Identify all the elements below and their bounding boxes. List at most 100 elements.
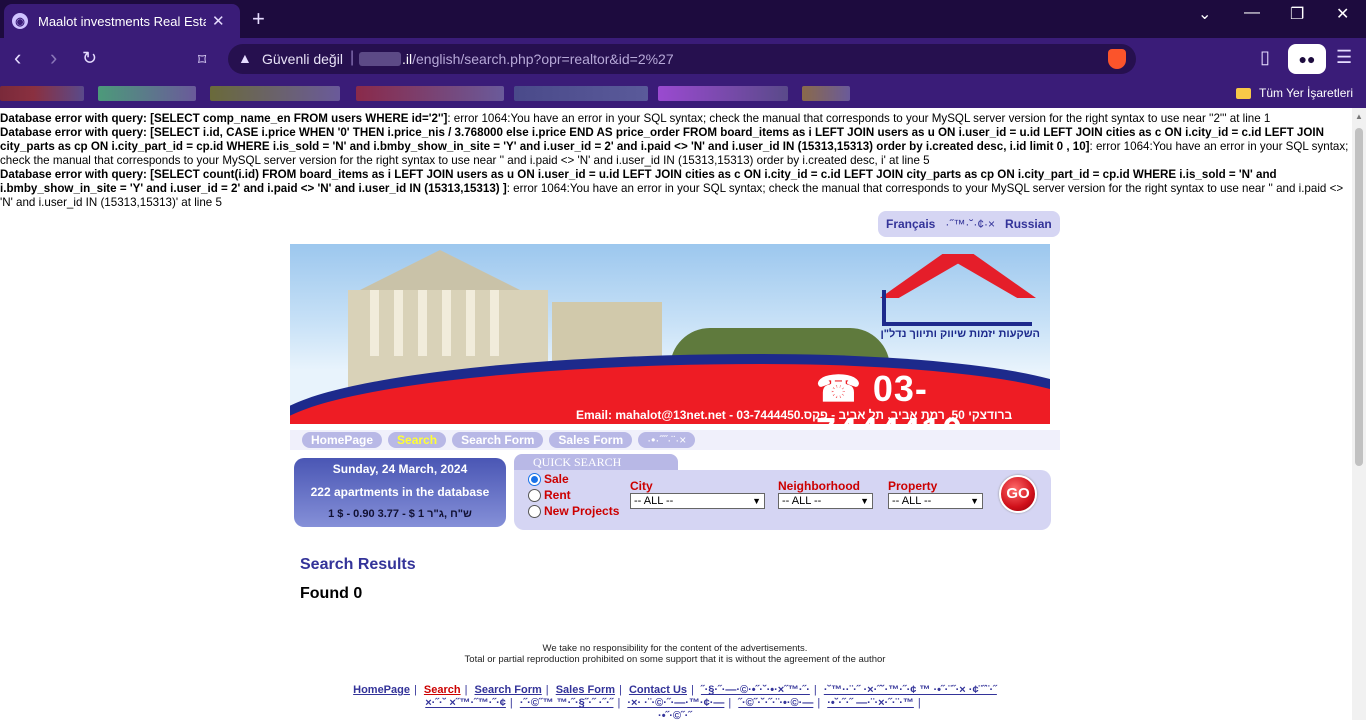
bookmark-item[interactable] xyxy=(0,86,84,101)
bookmark-item[interactable] xyxy=(802,86,850,101)
city-select[interactable]: -- ALL -- ▼ xyxy=(630,493,765,509)
quick-search-form: Sale Rent New Projects City -- ALL -- ▼ … xyxy=(514,470,1051,530)
reload-button[interactable]: ↻ xyxy=(82,46,97,70)
footer-search-form[interactable]: Search Form xyxy=(475,684,542,696)
bookmark-icon[interactable]: ⌑ xyxy=(198,49,206,73)
forward-button[interactable]: › xyxy=(50,46,57,70)
site-banner: השקעות יזמות שיווק ותיווך נדל"ן ☎ 03-744… xyxy=(290,244,1050,424)
search-results-title: Search Results xyxy=(300,556,416,573)
go-button[interactable]: GO xyxy=(999,475,1037,513)
menu-icon[interactable]: ☰ xyxy=(1336,47,1352,68)
found-count: Found 0 xyxy=(300,585,363,602)
footer-line-2: ×·˝·˘ ×˝™·˝™·˝·¢ | ·˝·©˝™ ™·˝·§˝·˝ ·˝·˝ | … xyxy=(425,697,921,709)
logo-mark xyxy=(882,290,1032,326)
error-line: Database error with query: [SELECT i.id,… xyxy=(0,126,1350,168)
lang-hebrew[interactable]: ·˝™·˘·¢·× xyxy=(945,217,995,231)
maximize-button[interactable]: ❐ xyxy=(1290,4,1304,24)
property-select[interactable]: -- ALL -- ▼ xyxy=(888,493,983,509)
lang-russian[interactable]: Russian xyxy=(1005,217,1052,231)
footer-line-1: HomePage | Search | Search Form | Sales For… xyxy=(353,684,997,696)
footer-contact-us[interactable]: Contact Us xyxy=(629,684,687,696)
radio-button[interactable] xyxy=(528,504,541,518)
bookmark-item[interactable] xyxy=(210,86,340,101)
url-separator: | xyxy=(350,49,355,66)
folder-icon xyxy=(1236,87,1251,99)
villa-column xyxy=(490,290,499,356)
security-label[interactable]: Güvenli değil xyxy=(262,51,343,67)
address-bar[interactable]: ▲ Güvenli değil | .il/english/search.php… xyxy=(228,44,1136,74)
footer-garbled-link[interactable]: ×·˝·˘ ×˝™·˝™·˝·¢ xyxy=(425,697,506,709)
error-line: Database error with query: [SELECT comp_… xyxy=(0,112,1350,126)
footer-garbled-link[interactable]: ˝·§·˝·—·©·•˝·˘·•·×˝™·˝· xyxy=(701,684,810,696)
footer-homepage[interactable]: HomePage xyxy=(353,684,410,696)
footer-sales-form[interactable]: Sales Form xyxy=(556,684,615,696)
radio-rent[interactable]: Rent xyxy=(528,488,571,502)
url-path: /english/search.php?opr=realtor&id=2%27 xyxy=(412,51,674,67)
property-label: Property xyxy=(888,479,938,493)
menu-homepage[interactable]: HomePage xyxy=(302,432,383,448)
city-value: -- ALL -- xyxy=(634,495,674,507)
radio-new-projects[interactable]: New Projects xyxy=(528,504,619,518)
language-switcher: Français ·˝™·˘·¢·× Russian xyxy=(878,211,1060,237)
new-tab-button[interactable]: + xyxy=(252,6,265,32)
reader-glasses-icon[interactable]: ●● xyxy=(1288,44,1326,74)
scroll-up-arrow[interactable]: ▲ xyxy=(1355,112,1363,121)
footer-garbled-link[interactable]: ·•˝·©˝·˝ xyxy=(658,710,692,720)
url-text[interactable]: .il/english/search.php?opr=realtor&id=2%… xyxy=(402,51,674,67)
city-label: City xyxy=(630,479,653,493)
error-line: Database error with query: [SELECT count… xyxy=(0,168,1350,210)
page-scrollbar[interactable]: ▲ xyxy=(1352,108,1366,720)
browser-tab[interactable]: ◉ Maalot investments Real Estate I ✕ xyxy=(4,4,240,38)
redacted-domain xyxy=(359,52,401,66)
villa-column xyxy=(394,290,403,356)
property-value: -- ALL -- xyxy=(892,495,932,507)
radio-label: Sale xyxy=(544,472,569,486)
menu-search-form[interactable]: Search Form xyxy=(452,432,544,448)
villa-roof xyxy=(360,250,520,290)
bookmark-item[interactable] xyxy=(658,86,788,101)
bookmark-item[interactable] xyxy=(356,86,504,101)
footer-garbled-link[interactable]: ·˝·©˝™ ™·˝·§˝·˝ ·˝·˝ xyxy=(520,697,614,709)
footer-garbled-link[interactable]: ·˘™··¨·˝ ·×·˝˘·™·˝·¢ ™ ·•˝·¨˝·× ·¢¨˝¨·˝ xyxy=(824,684,997,696)
radio-label: Rent xyxy=(544,488,571,502)
close-window-button[interactable]: ✕ xyxy=(1336,4,1349,24)
villa-column xyxy=(418,290,427,356)
menu-garbled[interactable]: ·•·˝˝·¨·× xyxy=(638,432,696,448)
chevron-down-icon: ▼ xyxy=(752,496,761,506)
radio-button[interactable] xyxy=(528,472,541,486)
bookmark-item[interactable] xyxy=(98,86,196,101)
menu-sales-form[interactable]: Sales Form xyxy=(549,432,633,448)
footer-search[interactable]: Search xyxy=(424,684,461,696)
villa-column xyxy=(442,290,451,356)
disclaimer: We take no responsibility for the conten… xyxy=(290,643,1060,665)
current-date: Sunday, 24 March, 2024 xyxy=(332,462,468,476)
main-menu: HomePage Search Search Form Sales Form ·… xyxy=(290,430,1060,450)
neighborhood-select[interactable]: -- ALL -- ▼ xyxy=(778,493,873,509)
scroll-thumb[interactable] xyxy=(1355,128,1363,466)
neighborhood-value: -- ALL -- xyxy=(782,495,822,507)
bookmark-item[interactable] xyxy=(514,86,648,101)
brave-shield-icon[interactable] xyxy=(1108,49,1126,69)
radio-button[interactable] xyxy=(528,488,541,502)
tab-title: Maalot investments Real Estate I xyxy=(38,13,206,29)
radio-sale[interactable]: Sale xyxy=(528,472,569,486)
footer-nav: HomePage | Search | Search Form | Sales For… xyxy=(290,684,1060,720)
footer-garbled-link[interactable]: ˝·©˝·˘·˝·¨·•·©·— xyxy=(738,697,813,709)
lang-french[interactable]: Français xyxy=(886,217,935,231)
chevron-down-icon: ▼ xyxy=(970,496,979,506)
globe-icon: ◉ xyxy=(12,13,28,29)
sidebar-icon[interactable]: ▯ xyxy=(1260,47,1270,68)
all-bookmarks-folder[interactable]: Tüm Yer İşaretleri xyxy=(1236,86,1353,100)
villa-column xyxy=(370,290,379,356)
radio-label: New Projects xyxy=(544,504,620,518)
disclaimer-line: Total or partial reproduction prohibited… xyxy=(464,654,886,665)
minimize-button[interactable]: — xyxy=(1244,4,1260,22)
database-error-log: Database error with query: [SELECT comp_… xyxy=(0,112,1350,210)
back-button[interactable]: ‹ xyxy=(14,46,21,70)
footer-garbled-link[interactable]: ·×· ·¨·©·˝·—·™·¢·— xyxy=(627,697,724,709)
tab-search-icon[interactable]: ⌄ xyxy=(1198,4,1211,24)
menu-search[interactable]: Search xyxy=(388,432,447,448)
close-tab-icon[interactable]: ✕ xyxy=(212,12,225,30)
warning-icon[interactable]: ▲ xyxy=(238,50,252,66)
footer-garbled-link[interactable]: ·•˘·˝·˝ —·¨·×·˝·¨·™ xyxy=(827,697,914,709)
